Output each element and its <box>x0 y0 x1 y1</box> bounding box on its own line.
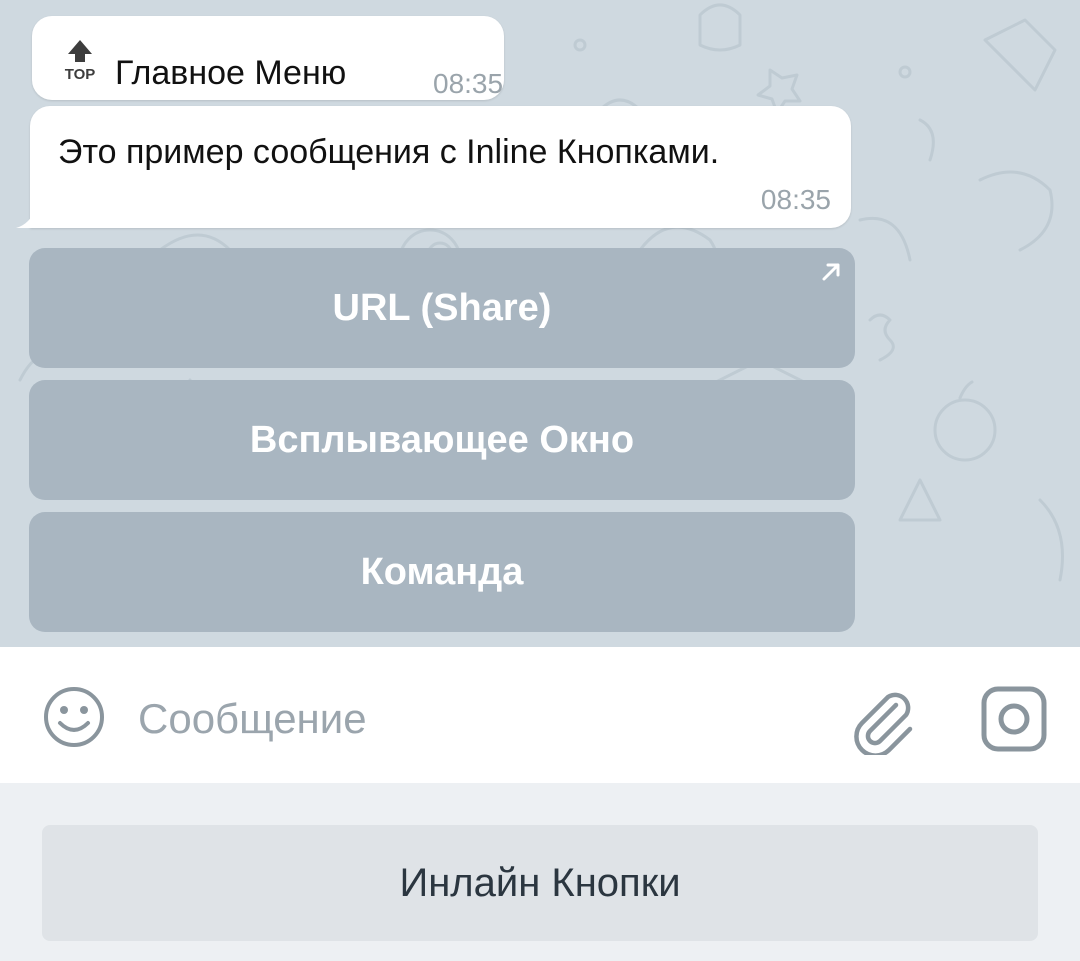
message-bubble-inline-example: Это пример сообщения с Inline Кнопками. … <box>16 106 851 228</box>
message-text: Это пример сообщения с Inline Кнопками. <box>58 133 720 171</box>
bubble-tail <box>16 208 36 228</box>
external-link-arrow-icon <box>822 263 840 281</box>
message-timestamp: 08:35 <box>760 184 831 215</box>
message-timestamp: 08:35 <box>433 68 504 99</box>
camera-icon[interactable] <box>980 685 1048 753</box>
message-bubble-main-menu: TOP Главное Меню 08:35 <box>32 16 504 100</box>
reply-button-label: Инлайн Кнопки <box>399 860 681 905</box>
message-input-bar <box>0 647 1080 783</box>
svg-text:TOP: TOP <box>65 66 96 82</box>
inline-button-label: Всплывающее Окно <box>249 418 635 461</box>
inline-button-popup-window[interactable]: Всплывающее Окно <box>29 380 855 500</box>
inline-button-command[interactable]: Команда <box>29 512 855 632</box>
chat-area: TOP Главное Меню 08:35 Это пример сообще… <box>0 0 1080 647</box>
inline-button-url-share[interactable]: URL (Share) <box>29 248 855 368</box>
emoji-icon[interactable] <box>42 685 106 749</box>
message-input[interactable] <box>138 687 818 751</box>
reply-keyboard-button-inline-buttons[interactable]: Инлайн Кнопки <box>42 825 1038 941</box>
inline-button-label: Команда <box>360 550 524 593</box>
reply-keyboard: Инлайн Кнопки <box>0 783 1080 961</box>
attach-icon[interactable] <box>848 685 918 755</box>
inline-button-label: URL (Share) <box>332 286 552 329</box>
message-text: Главное Меню <box>115 54 347 92</box>
top-arrow-icon: TOP <box>65 40 96 82</box>
